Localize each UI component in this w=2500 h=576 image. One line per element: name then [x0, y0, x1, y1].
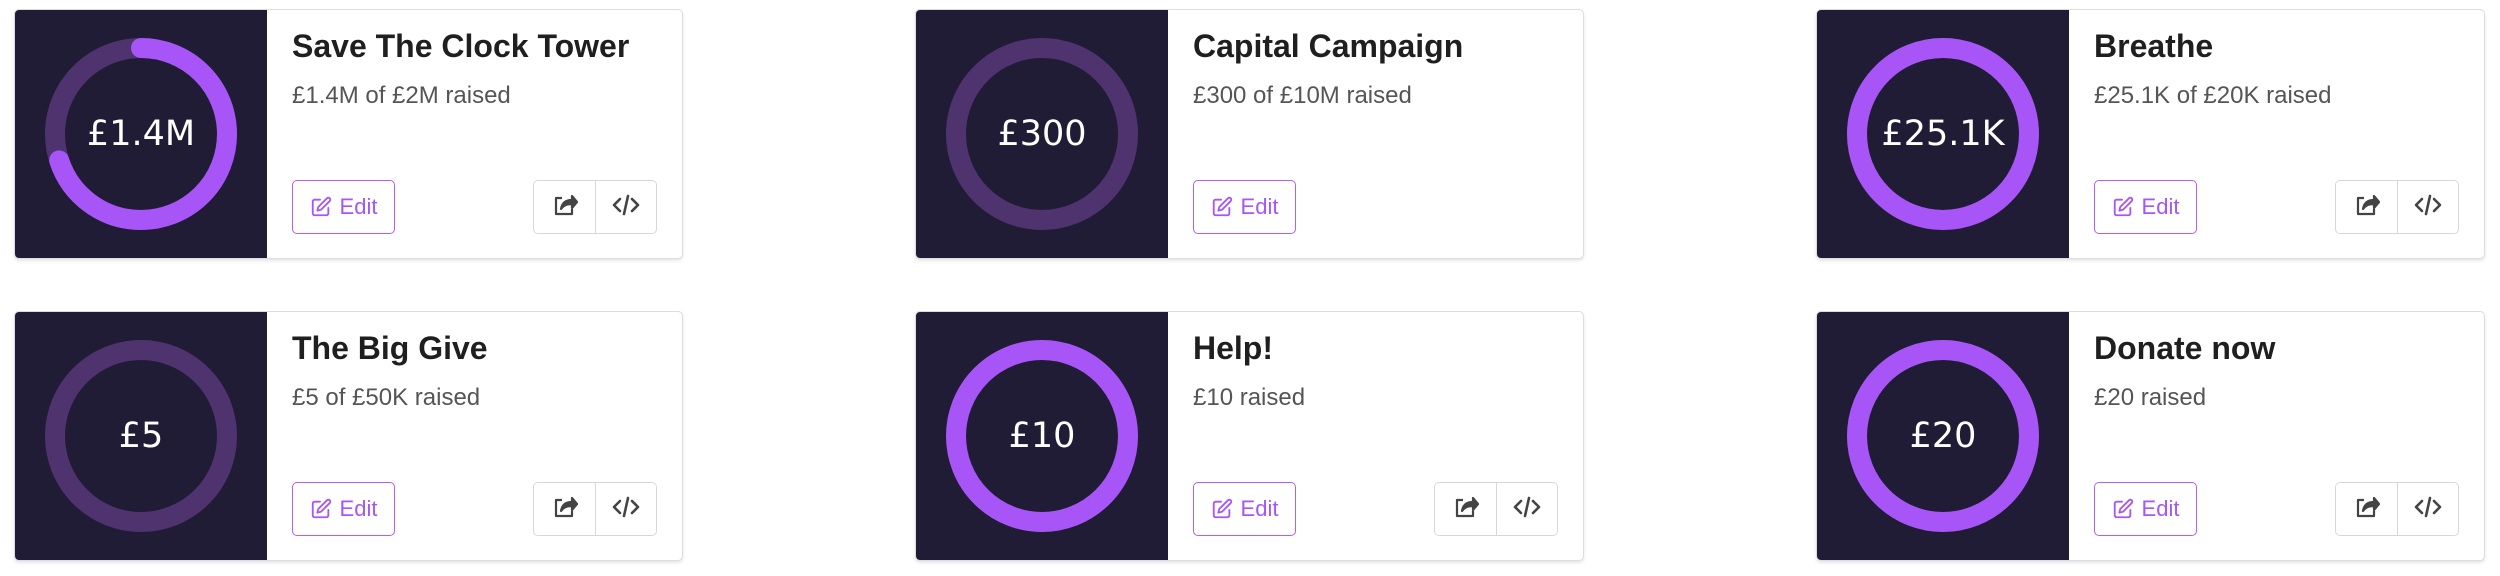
pencil-square-icon: [1211, 498, 1233, 520]
campaign-card: £20 Donate now £20 raised Edit: [1816, 311, 2485, 561]
edit-label: Edit: [1240, 194, 1279, 219]
edit-label: Edit: [2141, 194, 2180, 219]
edit-button[interactable]: Edit: [1193, 482, 1296, 536]
edit-button[interactable]: Edit: [2094, 482, 2197, 536]
card-actions: [2335, 180, 2459, 234]
raised-amount: £10: [1008, 416, 1076, 456]
card-actions: [533, 482, 657, 536]
embed-button[interactable]: [1496, 483, 1557, 535]
campaign-card: £300 Capital Campaign £300 of £10M raise…: [915, 9, 1584, 259]
progress-thumbnail: £20: [1817, 312, 2069, 560]
raised-summary: £20 raised: [2094, 384, 2207, 411]
code-icon: [2414, 194, 2442, 221]
edit-button[interactable]: Edit: [2094, 180, 2197, 234]
card-actions: [533, 180, 657, 234]
raised-amount: £1.4M: [86, 114, 196, 154]
pencil-square-icon: [310, 498, 332, 520]
share-icon: [1453, 495, 1479, 524]
raised-amount: £300: [997, 114, 1087, 154]
campaign-title[interactable]: Capital Campaign: [1193, 28, 1463, 65]
campaign-card: £10 Help! £10 raised Edit: [915, 311, 1584, 561]
share-icon: [552, 495, 578, 524]
progress-thumbnail: £25.1K: [1817, 10, 2069, 258]
share-button[interactable]: [534, 483, 595, 535]
edit-button[interactable]: Edit: [292, 482, 395, 536]
pencil-square-icon: [2112, 196, 2134, 218]
embed-button[interactable]: [595, 181, 656, 233]
share-icon: [2354, 495, 2380, 524]
code-icon: [612, 194, 640, 221]
edit-label: Edit: [1240, 496, 1279, 521]
raised-amount: £5: [118, 416, 164, 456]
share-icon: [2354, 193, 2380, 222]
edit-label: Edit: [339, 496, 378, 521]
campaign-card: £25.1K Breathe £25.1K of £20K raised Edi…: [1816, 9, 2485, 259]
share-button[interactable]: [534, 181, 595, 233]
progress-thumbnail: £10: [916, 312, 1168, 560]
campaign-title[interactable]: The Big Give: [292, 330, 488, 367]
code-icon: [1513, 496, 1541, 523]
campaign-title[interactable]: Save The Clock Tower: [292, 28, 629, 65]
share-button[interactable]: [2336, 181, 2397, 233]
edit-button[interactable]: Edit: [292, 180, 395, 234]
share-button[interactable]: [1435, 483, 1496, 535]
raised-summary: £300 of £10M raised: [1193, 82, 1412, 109]
card-actions: [2335, 482, 2459, 536]
edit-button[interactable]: Edit: [1193, 180, 1296, 234]
raised-amount: £20: [1909, 416, 1977, 456]
pencil-square-icon: [2112, 498, 2134, 520]
code-icon: [2414, 496, 2442, 523]
pencil-square-icon: [310, 196, 332, 218]
code-icon: [612, 496, 640, 523]
campaign-title[interactable]: Help!: [1193, 330, 1273, 367]
card-actions: [1434, 482, 1558, 536]
embed-button[interactable]: [2397, 483, 2458, 535]
edit-label: Edit: [339, 194, 378, 219]
raised-summary: £25.1K of £20K raised: [2094, 82, 2332, 109]
share-icon: [552, 193, 578, 222]
campaign-title[interactable]: Breathe: [2094, 28, 2213, 65]
progress-thumbnail: £1.4M: [15, 10, 267, 258]
campaign-card: £1.4M Save The Clock Tower £1.4M of £2M …: [14, 9, 683, 259]
embed-button[interactable]: [2397, 181, 2458, 233]
progress-thumbnail: £5: [15, 312, 267, 560]
progress-thumbnail: £300: [916, 10, 1168, 258]
embed-button[interactable]: [595, 483, 656, 535]
raised-amount: £25.1K: [1881, 114, 2005, 154]
pencil-square-icon: [1211, 196, 1233, 218]
raised-summary: £1.4M of £2M raised: [292, 82, 511, 109]
raised-summary: £10 raised: [1193, 384, 1306, 411]
edit-label: Edit: [2141, 496, 2180, 521]
campaign-title[interactable]: Donate now: [2094, 330, 2275, 367]
campaign-card: £5 The Big Give £5 of £50K raised Edit: [14, 311, 683, 561]
raised-summary: £5 of £50K raised: [292, 384, 481, 411]
share-button[interactable]: [2336, 483, 2397, 535]
